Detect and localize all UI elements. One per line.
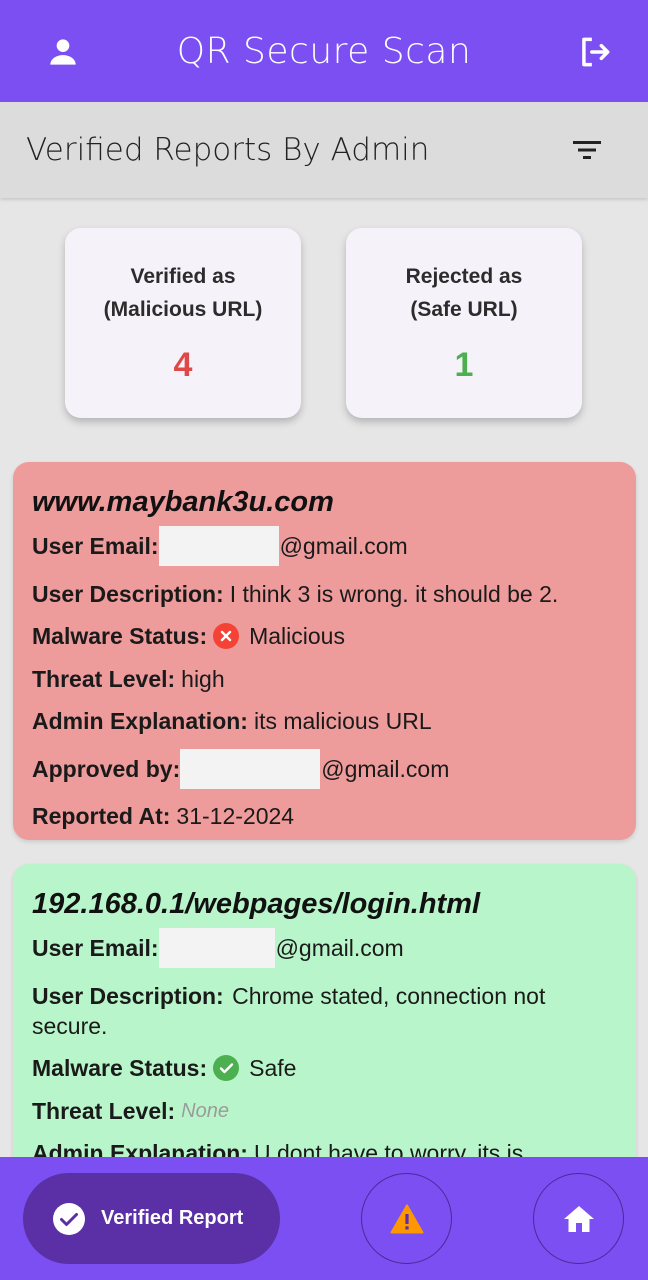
page-title: Verified Reports By Admin xyxy=(26,132,430,168)
cancel-circle-icon xyxy=(213,623,240,649)
filter-icon[interactable] xyxy=(572,136,602,164)
redacted-block xyxy=(180,748,321,789)
redacted-block xyxy=(158,928,275,968)
approved-by-row: Approved by: @gmail.com xyxy=(32,748,618,789)
user-email-value: @gmail.com xyxy=(275,935,404,961)
logout-icon[interactable] xyxy=(576,33,614,71)
user-description-value: I think 3 is wrong. it should be 2. xyxy=(229,580,559,607)
verified-report-label: Verified Report xyxy=(101,1207,244,1229)
check-circle-icon xyxy=(213,1055,240,1081)
safe-card-label-2: (Safe URL) xyxy=(410,298,518,321)
field-label: User Email: xyxy=(32,935,159,961)
section-header: Verified Reports By Admin xyxy=(0,102,648,198)
bottom-nav: Verified Report xyxy=(0,1157,648,1280)
reported-at-value: 31-12-2024 xyxy=(176,803,295,829)
user-description-row: User Description: Chrome stated, connect… xyxy=(32,981,618,1041)
admin-explanation-value: its malicious URL xyxy=(253,708,432,734)
malicious-card-label-1: Verified as xyxy=(130,265,236,288)
field-label: Reported At: xyxy=(32,803,171,829)
malicious-count-card: Verified as (Malicious URL) 4 xyxy=(65,228,301,418)
user-email-value: @gmail.com xyxy=(279,533,408,559)
report-url: www.maybank3u.com xyxy=(32,486,334,518)
field-label: User Description: xyxy=(32,580,224,607)
person-icon[interactable] xyxy=(44,33,82,71)
malware-status-value: Malicious xyxy=(249,623,345,649)
field-label: User Description: xyxy=(32,982,224,1009)
check-circle-icon xyxy=(53,1202,85,1235)
malicious-card-label-2: (Malicious URL) xyxy=(103,298,263,321)
user-email-row: User Email: @gmail.com xyxy=(32,526,618,566)
reported-at-row: Reported At: 31-12-2024 xyxy=(32,801,618,831)
home-icon xyxy=(563,1205,594,1232)
threat-level-value: None xyxy=(181,1099,229,1122)
malware-status-row: Malware Status: Safe xyxy=(32,1053,618,1083)
approved-by-value: @gmail.com xyxy=(321,755,450,782)
field-label: Malware Status: xyxy=(32,1055,208,1081)
threat-level-value: high xyxy=(181,665,225,692)
warning-icon xyxy=(390,1204,423,1233)
threat-level-row: Threat Level: high xyxy=(32,664,618,694)
app-bar: QR Secure Scan xyxy=(0,0,648,102)
verified-report-button[interactable]: Verified Report xyxy=(23,1173,280,1264)
user-email-row: User Email: @gmail.com xyxy=(32,928,618,968)
user-description-row: User Description: I think 3 is wrong. it… xyxy=(32,579,618,609)
safe-count: 1 xyxy=(454,346,474,384)
redacted-block xyxy=(158,526,279,566)
malware-status-value: Safe xyxy=(249,1055,297,1081)
field-label: Threat Level: xyxy=(32,665,176,692)
safe-card-label-1: Rejected as xyxy=(405,265,523,288)
report-url: 192.168.0.1/webpages/login.html xyxy=(32,888,481,920)
safe-count-card: Rejected as (Safe URL) 1 xyxy=(346,228,582,418)
threat-level-row: Threat Level: None xyxy=(32,1096,618,1126)
field-label: User Email: xyxy=(32,533,159,559)
malware-status-row: Malware Status: Malicious xyxy=(32,621,618,651)
report-card[interactable]: www.maybank3u.com User Email: @gmail.com… xyxy=(13,462,636,840)
app-title: QR Secure Scan xyxy=(176,30,472,72)
field-label: Approved by: xyxy=(32,755,181,782)
admin-explanation-row: Admin Explanation: its malicious URL xyxy=(32,706,618,736)
field-label: Threat Level: xyxy=(32,1097,176,1124)
field-label: Admin Explanation: xyxy=(32,708,248,734)
reports-warning-button[interactable] xyxy=(361,1173,452,1264)
field-label: Malware Status: xyxy=(32,623,208,649)
home-button[interactable] xyxy=(533,1173,624,1264)
malicious-count: 4 xyxy=(173,346,193,384)
